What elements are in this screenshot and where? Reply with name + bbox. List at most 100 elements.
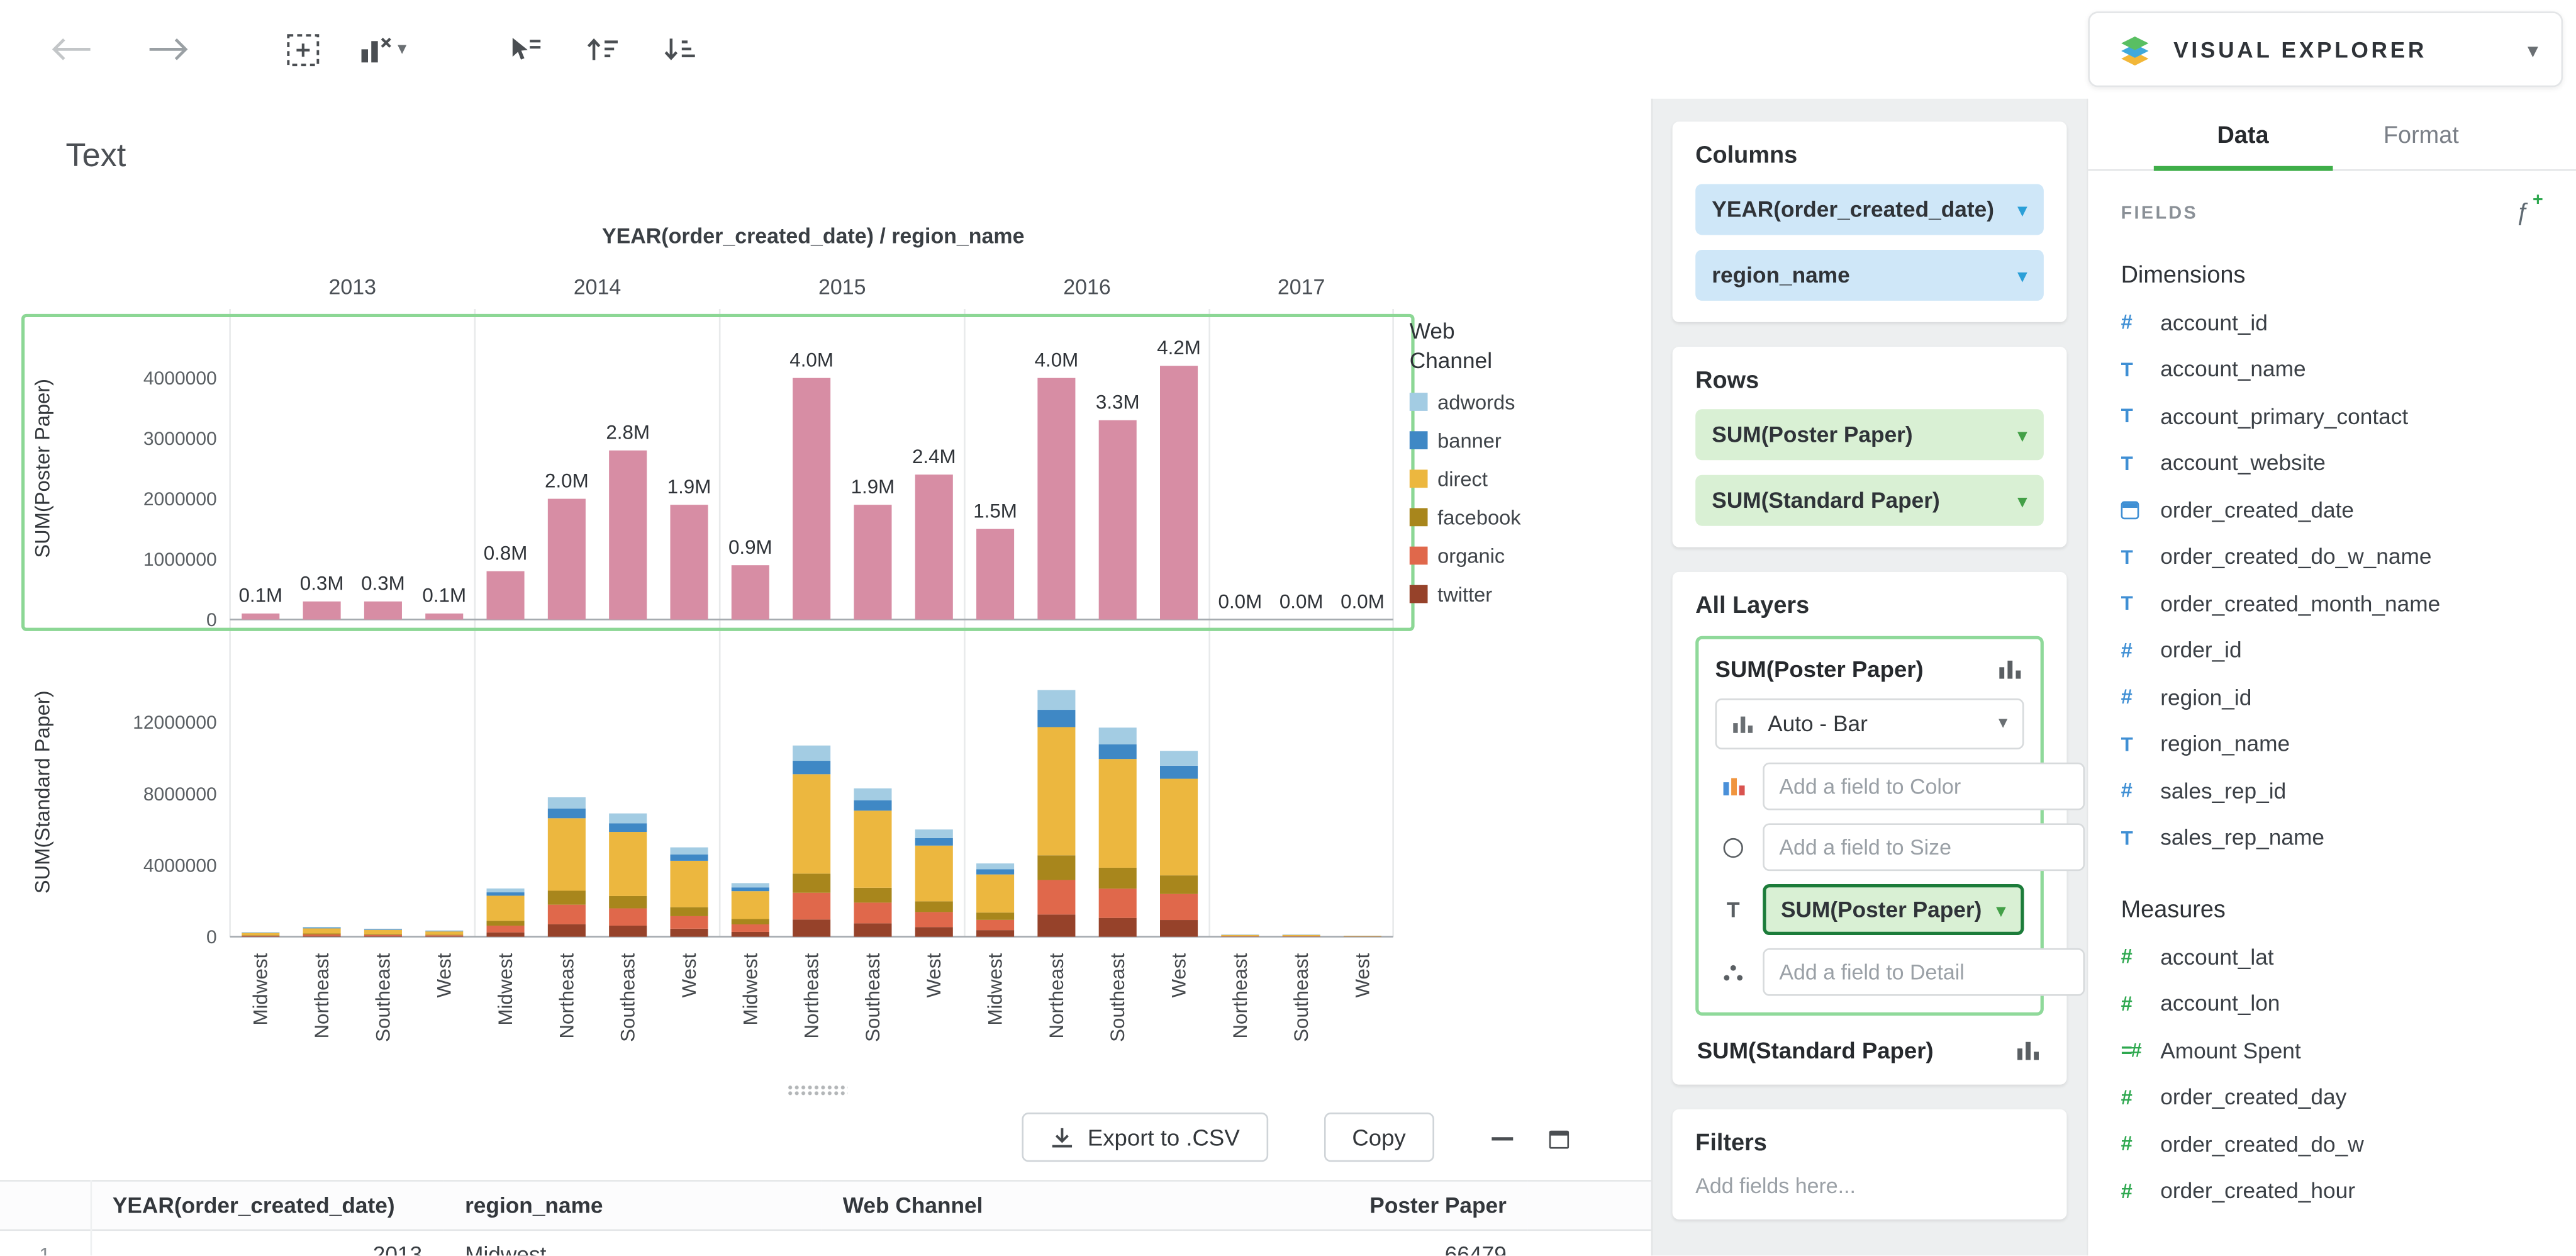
svg-text:2014: 2014	[574, 275, 622, 299]
text-field-icon: T	[2121, 732, 2161, 756]
svg-text:2.8M: 2.8M	[606, 422, 650, 444]
add-chart-icon	[286, 32, 320, 67]
tab-format[interactable]: Format	[2332, 99, 2510, 171]
back-button[interactable]	[43, 30, 100, 69]
text-widget[interactable]: Text	[65, 138, 126, 176]
resize-handle[interactable]	[787, 1085, 848, 1096]
field-item-order_created_do_w[interactable]: #order_created_do_w	[2088, 1121, 2576, 1167]
table-header-region_name[interactable]: region_name	[443, 1180, 822, 1230]
nav-arrows	[43, 30, 197, 69]
field-item-Amount Spent[interactable]: =#Amount Spent	[2088, 1027, 2576, 1074]
visual-explorer-menu[interactable]: VISUAL EXPLORER ▾	[2088, 11, 2563, 87]
add-calculated-field-icon[interactable]: ƒ+	[2516, 199, 2543, 227]
forward-button[interactable]	[140, 30, 197, 69]
filters-title: Filters	[1695, 1131, 2044, 1157]
svg-text:Southeast: Southeast	[372, 953, 394, 1041]
calculated-field-icon: =#	[2121, 1039, 2161, 1062]
field-label: order_created_month_name	[2160, 592, 2440, 616]
field-item-account_id[interactable]: #account_id	[2088, 299, 2576, 345]
copy-button[interactable]: Copy	[1324, 1113, 1434, 1162]
field-pill[interactable]: SUM(Standard Paper)▾	[1695, 475, 2044, 526]
color-field-input[interactable]	[1763, 763, 2085, 810]
field-item-order_created_do_w_name[interactable]: Torder_created_do_w_name	[2088, 533, 2576, 580]
svg-text:Northeast: Northeast	[1045, 953, 1068, 1038]
svg-text:SUM(Poster Paper): SUM(Poster Paper)	[30, 379, 53, 558]
svg-text:West: West	[1168, 953, 1190, 997]
svg-text:Southeast: Southeast	[617, 953, 639, 1041]
svg-text:0.0M: 0.0M	[1341, 590, 1385, 612]
table-header-YEAR(order_created_date)[interactable]: YEAR(order_created_date)	[91, 1180, 443, 1230]
add-chart-button[interactable]	[279, 25, 327, 73]
field-item-region_name[interactable]: Tregion_name	[2088, 721, 2576, 767]
table-header-rownum[interactable]	[0, 1180, 91, 1230]
svg-text:West: West	[1351, 953, 1373, 997]
export-csv-label: Export to .CSV	[1088, 1124, 1240, 1150]
svg-text:Web: Web	[1410, 319, 1455, 344]
field-pill[interactable]: region_name▾	[1695, 250, 2044, 301]
maximize-button[interactable]	[1541, 1121, 1577, 1157]
number-field-icon: #	[2121, 1133, 2161, 1156]
sort-descending-button[interactable]	[653, 26, 704, 72]
svg-text:Midwest: Midwest	[250, 953, 272, 1025]
chevron-down-icon[interactable]: ▾	[2017, 264, 2027, 287]
field-item-account_primary_contact[interactable]: Taccount_primary_contact	[2088, 393, 2576, 439]
field-item-order_created_month_name[interactable]: Torder_created_month_name	[2088, 580, 2576, 627]
field-label: order_created_do_w_name	[2160, 544, 2431, 569]
size-field-input[interactable]	[1763, 823, 2085, 871]
chevron-down-icon: ▾	[1999, 715, 2007, 733]
detail-encoding-icon	[1715, 962, 1751, 982]
svg-text:Midwest: Midwest	[984, 953, 1006, 1025]
svg-text:West: West	[678, 953, 700, 997]
remove-chart-button[interactable]: ▾	[350, 26, 413, 72]
layer-header[interactable]: SUM(Poster Paper)	[1715, 656, 2024, 682]
field-pill[interactable]: SUM(Poster Paper)▾	[1695, 409, 2044, 460]
field-item-account_lat[interactable]: #account_lat	[2088, 933, 2576, 980]
field-item-order_id[interactable]: #order_id	[2088, 627, 2576, 673]
filters-shelf: Filters Add fields here...	[1673, 1109, 2067, 1220]
table-row[interactable]: 12013Midwest66479	[0, 1230, 1651, 1255]
field-item-region_id[interactable]: #region_id	[2088, 674, 2576, 721]
svg-text:facebook: facebook	[1437, 506, 1521, 529]
download-icon	[1050, 1125, 1074, 1150]
svg-text:4.0M: 4.0M	[1035, 349, 1079, 371]
chevron-down-icon[interactable]: ▾	[2017, 198, 2027, 221]
chevron-down-icon[interactable]: ▾	[2017, 423, 2027, 446]
chart[interactable]: YEAR(order_created_date) / region_name20…	[0, 214, 1651, 1109]
svg-text:0.0M: 0.0M	[1280, 590, 1324, 612]
annotate-button[interactable]	[499, 26, 550, 72]
mark-type-select[interactable]: Auto - Bar ▾	[1715, 698, 2024, 749]
field-item-order_created_day[interactable]: #order_created_day	[2088, 1074, 2576, 1121]
rows-title: Rows	[1695, 368, 2044, 395]
fields-panel: Data Format FIELDS ƒ+ Dimensions #accoun…	[2087, 99, 2576, 1256]
field-label: region_id	[2160, 685, 2251, 709]
field-label: Amount Spent	[2160, 1038, 2300, 1063]
field-item-sales_rep_id[interactable]: #sales_rep_id	[2088, 768, 2576, 814]
svg-text:3.3M: 3.3M	[1096, 391, 1140, 413]
field-pill[interactable]: YEAR(order_created_date)▾	[1695, 184, 2044, 235]
chart-tools: ▾	[279, 25, 413, 73]
tab-data[interactable]: Data	[2154, 99, 2332, 171]
svg-text:4.2M: 4.2M	[1157, 337, 1201, 359]
rows-shelf: Rows SUM(Poster Paper)▾ SUM(Standard Pape…	[1673, 347, 2067, 547]
chevron-down-icon[interactable]: ▾	[2017, 489, 2027, 512]
table-header-Web Channel[interactable]: Web Channel	[822, 1180, 1183, 1230]
minimize-button[interactable]	[1483, 1121, 1519, 1157]
text-field-icon: T	[2121, 405, 2161, 428]
field-item-account_lon[interactable]: #account_lon	[2088, 980, 2576, 1027]
layer-standard-paper[interactable]: SUM(Standard Paper)	[1695, 1037, 2044, 1063]
label-field-pill[interactable]: SUM(Poster Paper) ▾	[1763, 884, 2024, 935]
field-item-sales_rep_name[interactable]: Tsales_rep_name	[2088, 814, 2576, 861]
export-csv-button[interactable]: Export to .CSV	[1022, 1113, 1268, 1162]
detail-field-input[interactable]	[1763, 948, 2085, 996]
sort-tools	[499, 26, 704, 72]
chevron-down-icon[interactable]: ▾	[1996, 898, 2006, 921]
field-item-account_website[interactable]: Taccount_website	[2088, 440, 2576, 486]
dimensions-list: #account_idTaccount_nameTaccount_primary…	[2088, 299, 2576, 861]
field-item-account_name[interactable]: Taccount_name	[2088, 346, 2576, 393]
text-field-icon: T	[2121, 545, 2161, 568]
table-header-Poster Paper[interactable]: Poster Paper	[1183, 1180, 1527, 1230]
field-item-order_created_date[interactable]: order_created_date	[2088, 486, 2576, 533]
sort-ascending-button[interactable]	[576, 26, 627, 72]
field-item-order_created_hour[interactable]: #order_created_hour	[2088, 1168, 2576, 1214]
filters-placeholder[interactable]: Add fields here...	[1695, 1174, 2044, 1198]
